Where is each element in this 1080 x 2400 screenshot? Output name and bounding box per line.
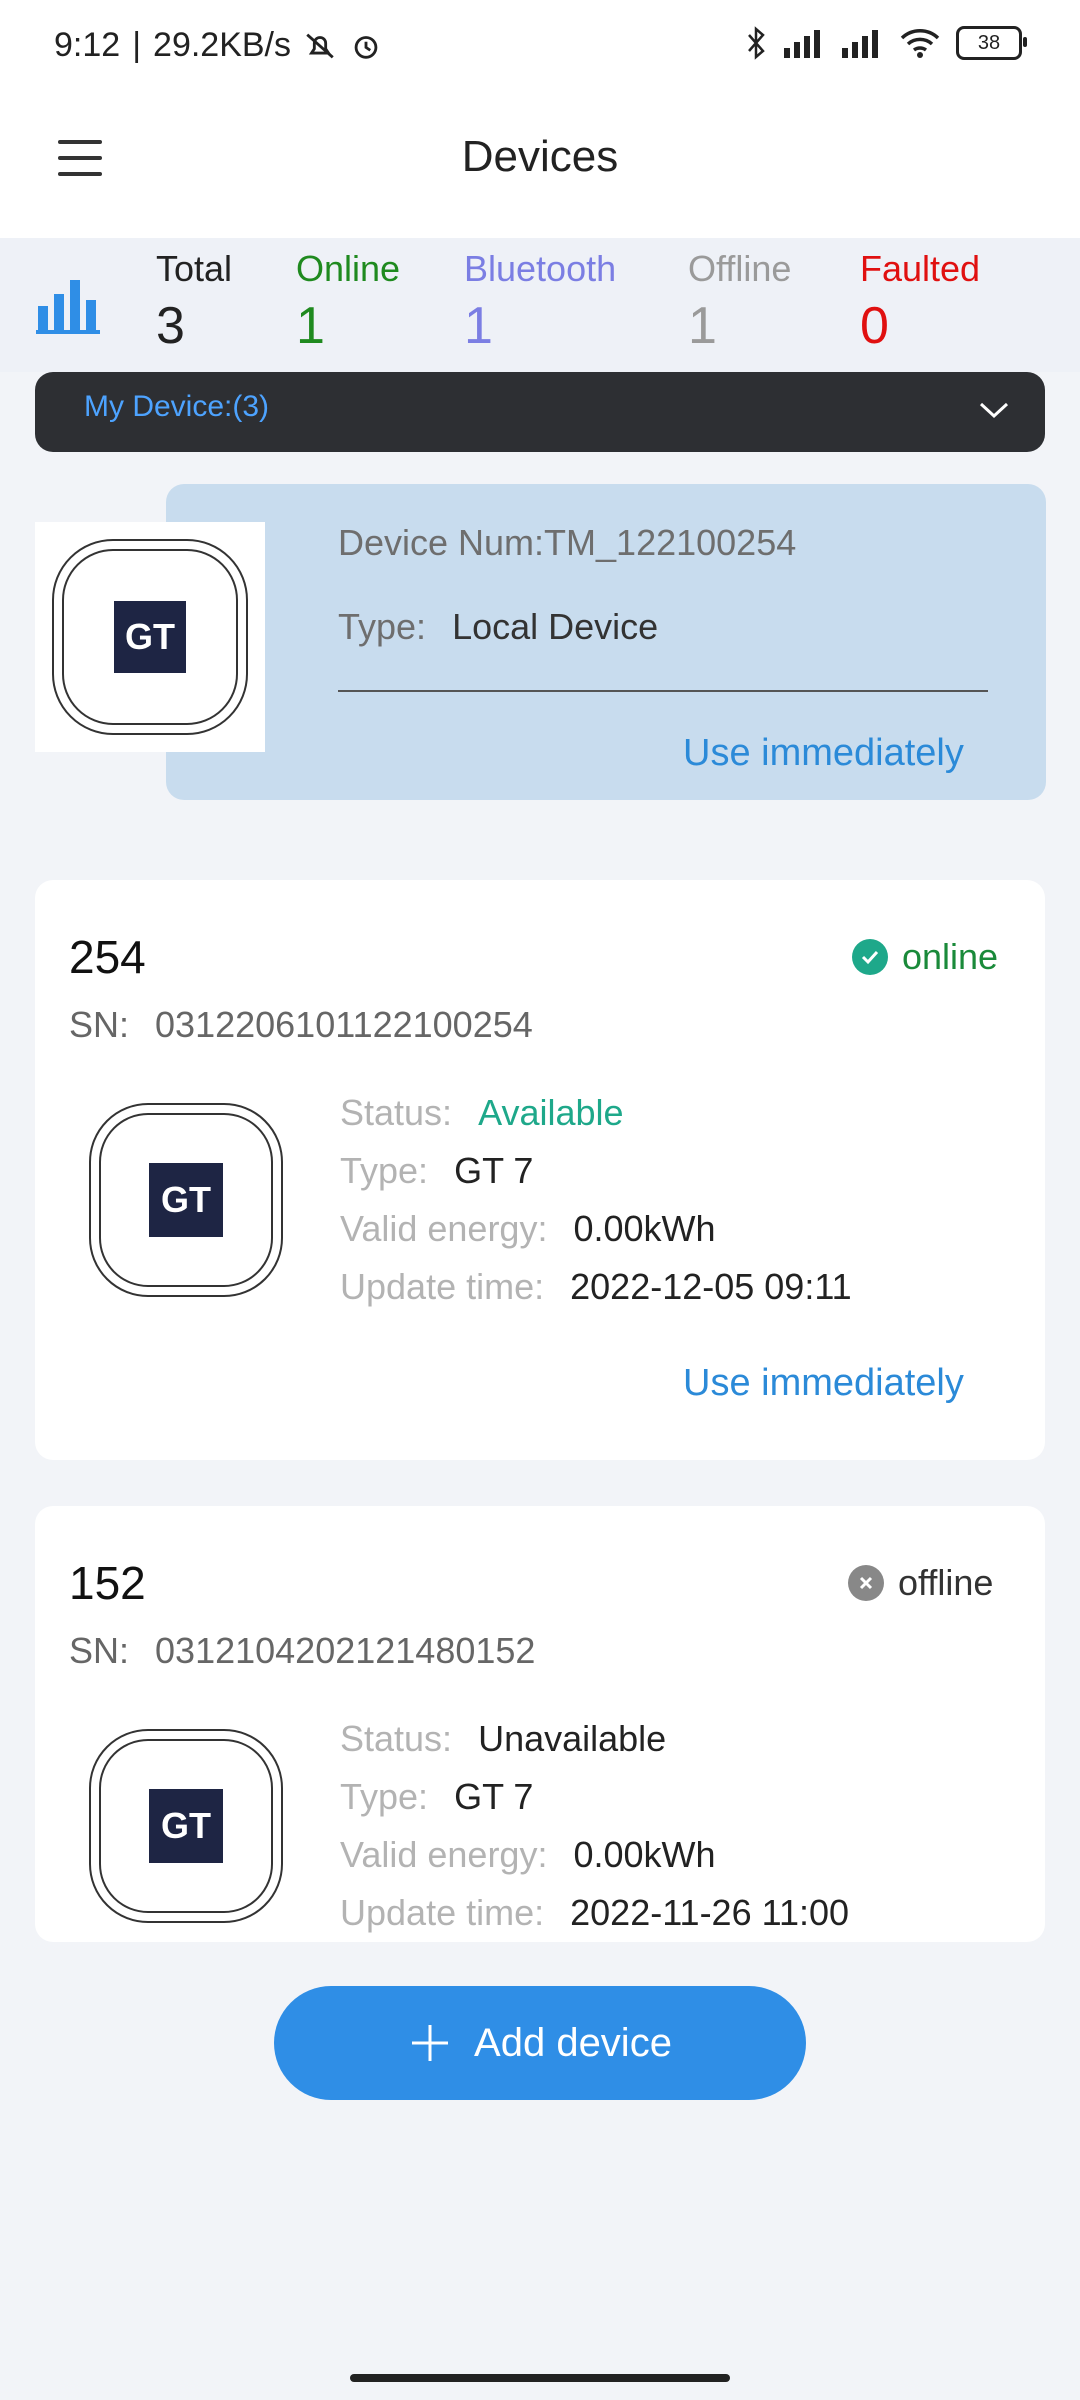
device-type-row: Type: GT 7 [340, 1150, 533, 1192]
stat-faulted-label: Faulted [860, 248, 981, 289]
signal-icon [784, 30, 820, 58]
device-name: 254 [69, 931, 146, 983]
add-device-button[interactable]: Add device [274, 1986, 806, 2100]
device-status-text: offline [898, 1562, 994, 1603]
stat-faulted-value: 0 [860, 297, 889, 355]
add-device-label: Add device [474, 2020, 672, 2065]
device-energy-row: Valid energy: 0.00kWh [340, 1834, 716, 1876]
local-device-type-value: Local Device [452, 606, 659, 647]
status-bar-left: 9:12 | 29.2KB/s [54, 26, 383, 65]
status-value: Unavailable [478, 1718, 667, 1759]
page-title: Devices [461, 132, 619, 181]
device-update-row: Update time: 2022-12-05 09:11 [340, 1266, 852, 1308]
charger-icon: GT [89, 1729, 283, 1923]
stat-online-label: Online [296, 248, 401, 289]
use-immediately-link[interactable]: Use immediately [683, 732, 964, 775]
plus-icon [412, 2025, 449, 2061]
stat-total-value: 3 [156, 297, 185, 355]
check-circle-icon [852, 939, 888, 975]
charger-logo-text: GT [161, 1179, 211, 1220]
local-device-type: Type: Local Device [338, 606, 658, 648]
charger-icon: GT [89, 1103, 283, 1297]
home-indicator[interactable] [350, 2374, 730, 2382]
stat-online[interactable]: Online 1 [296, 248, 400, 356]
stat-online-value: 1 [296, 297, 325, 355]
status-label: Status: [340, 1092, 453, 1133]
bluetooth-icon [748, 26, 765, 60]
type-value: GT 7 [454, 1776, 534, 1817]
stat-offline-value: 1 [688, 297, 717, 355]
wifi-icon [900, 29, 940, 58]
device-type-row: Type: GT 7 [340, 1776, 533, 1818]
stat-bluetooth-label: Bluetooth [464, 248, 617, 289]
energy-label: Valid energy: [340, 1208, 548, 1249]
stat-bluetooth[interactable]: Bluetooth 1 [464, 248, 616, 356]
update-value: 2022-12-05 09:11 [570, 1266, 852, 1307]
local-device-num: Device Num:TM_122100254 [338, 522, 797, 563]
divider [338, 690, 988, 692]
device-status-row: Status: Unavailable [340, 1718, 666, 1760]
close-circle-icon [848, 1565, 884, 1601]
stat-total[interactable]: Total 3 [156, 248, 232, 356]
status-bar-right: 38 [744, 26, 1027, 60]
device-sn: SN: 0312206101122100254 [69, 1004, 533, 1046]
update-value: 2022-11-26 11:00 [570, 1892, 850, 1933]
update-label: Update time: [340, 1892, 545, 1933]
alarm-icon [354, 35, 378, 59]
device-sn-label: SN: [69, 1630, 130, 1671]
status-time: 9:12 [54, 26, 121, 64]
chevron-down-icon[interactable] [976, 392, 1012, 428]
stat-total-label: Total [156, 248, 233, 289]
mute-bell-icon [306, 33, 334, 58]
device-status: online [852, 936, 998, 978]
energy-value: 0.00kWh [573, 1208, 716, 1249]
device-name: 152 [69, 1557, 146, 1609]
stat-faulted[interactable]: Faulted 0 [860, 248, 980, 356]
device-status: offline [848, 1562, 993, 1604]
charger-icon: GT [52, 539, 248, 735]
status-value: Available [478, 1092, 624, 1133]
device-sn: SN: 0312104202121480152 [69, 1630, 535, 1672]
device-status-row: Status: Available [340, 1092, 624, 1134]
update-label: Update time: [340, 1266, 545, 1307]
stat-offline[interactable]: Offline 1 [688, 248, 791, 356]
battery-icon: 38 [956, 26, 1027, 60]
status-label: Status: [340, 1718, 453, 1759]
status-separator: | [132, 26, 142, 64]
device-update-row: Update time: 2022-11-26 11:00 [340, 1892, 849, 1934]
type-label: Type: [340, 1776, 429, 1817]
device-energy-row: Valid energy: 0.00kWh [340, 1208, 716, 1250]
stat-offline-label: Offline [688, 248, 792, 289]
charger-logo-text: GT [125, 616, 175, 657]
charger-logo-text: GT [161, 1805, 211, 1846]
energy-value: 0.00kWh [573, 1834, 716, 1875]
device-sn-value: 0312206101122100254 [155, 1004, 533, 1045]
stat-bluetooth-value: 1 [464, 297, 493, 355]
signal-icon-2 [842, 30, 878, 58]
use-immediately-link[interactable]: Use immediately [683, 1362, 964, 1405]
bar-chart-icon[interactable] [36, 278, 100, 334]
energy-label: Valid energy: [340, 1834, 548, 1875]
my-device-dropdown-label: My Device:(3) [84, 390, 270, 423]
battery-level: 38 [977, 31, 1001, 54]
device-status-text: online [902, 936, 999, 977]
device-sn-label: SN: [69, 1004, 130, 1045]
type-value: GT 7 [454, 1150, 534, 1191]
device-sn-value: 0312104202121480152 [155, 1630, 536, 1671]
status-speed: 29.2KB/s [153, 26, 292, 64]
type-label: Type: [340, 1150, 429, 1191]
local-device-type-label: Type: [338, 606, 427, 647]
local-device-image: GT [35, 522, 265, 752]
